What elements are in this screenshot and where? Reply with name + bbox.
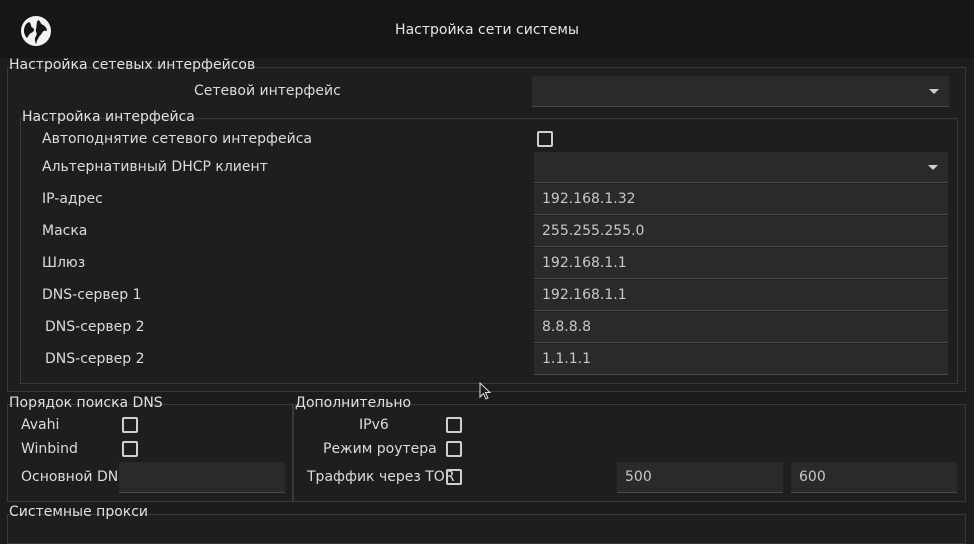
dns2-field[interactable]: 8.8.8.8	[534, 312, 948, 343]
port-field-2[interactable]: 600	[791, 462, 957, 493]
chevron-down-icon	[928, 165, 938, 170]
dns1-label: DNS-сервер 1	[42, 287, 142, 303]
avahi-checkbox[interactable]	[122, 417, 138, 433]
gateway-label: Шлюз	[42, 255, 86, 271]
system-proxy-group	[7, 514, 966, 544]
winbind-checkbox[interactable]	[122, 441, 138, 457]
mask-field[interactable]: 255.255.255.0	[534, 216, 948, 247]
dns3-field[interactable]: 1.1.1.1	[534, 344, 948, 375]
mouse-cursor-icon	[479, 382, 491, 400]
winbind-label: Winbind	[21, 441, 78, 457]
interface-label: Сетевой интерфейс	[194, 83, 341, 99]
avahi-label: Avahi	[21, 417, 60, 433]
autostart-label: Автоподнятие сетевого интерфейса	[42, 131, 312, 147]
network-interfaces-title: Настройка сетевых интерфейсов	[9, 57, 256, 73]
autostart-checkbox[interactable]	[537, 131, 553, 147]
primary-dns-label: Основной DNS	[21, 469, 128, 485]
tor-traffic-label: Траффик через TOR	[307, 469, 455, 485]
additional-title: Дополнительно	[295, 395, 412, 411]
primary-dns-field[interactable]	[119, 462, 285, 493]
port-field-1[interactable]: 500	[617, 462, 783, 493]
interface-settings-title: Настройка интерфейса	[22, 109, 195, 125]
window-title: Настройка сети системы	[395, 22, 579, 38]
dhcp-client-select[interactable]	[534, 152, 948, 183]
tor-traffic-checkbox[interactable]	[446, 469, 462, 485]
router-mode-label: Режим роутера	[323, 441, 437, 457]
mask-label: Маска	[42, 223, 88, 239]
chevron-down-icon	[929, 89, 939, 94]
dns-search-title: Порядок поиска DNS	[9, 395, 163, 411]
interface-select[interactable]	[532, 76, 949, 107]
system-proxy-title: Системные прокси	[9, 504, 149, 520]
dns1-field[interactable]: 192.168.1.1	[534, 280, 948, 311]
dns2-label: DNS-сервер 2	[45, 319, 145, 335]
gateway-field[interactable]: 192.168.1.1	[534, 248, 948, 279]
router-mode-checkbox[interactable]	[446, 441, 462, 457]
title-bar: Настройка сети системы	[0, 0, 974, 58]
dhcp-client-label: Альтернативный DHCP клиент	[42, 159, 268, 175]
dns3-label: DNS-сервер 2	[45, 351, 145, 367]
ipv6-checkbox[interactable]	[446, 417, 462, 433]
ipv6-label: IPv6	[359, 417, 389, 433]
ip-label: IP-адрес	[42, 191, 103, 207]
ip-field[interactable]: 192.168.1.32	[534, 184, 948, 215]
